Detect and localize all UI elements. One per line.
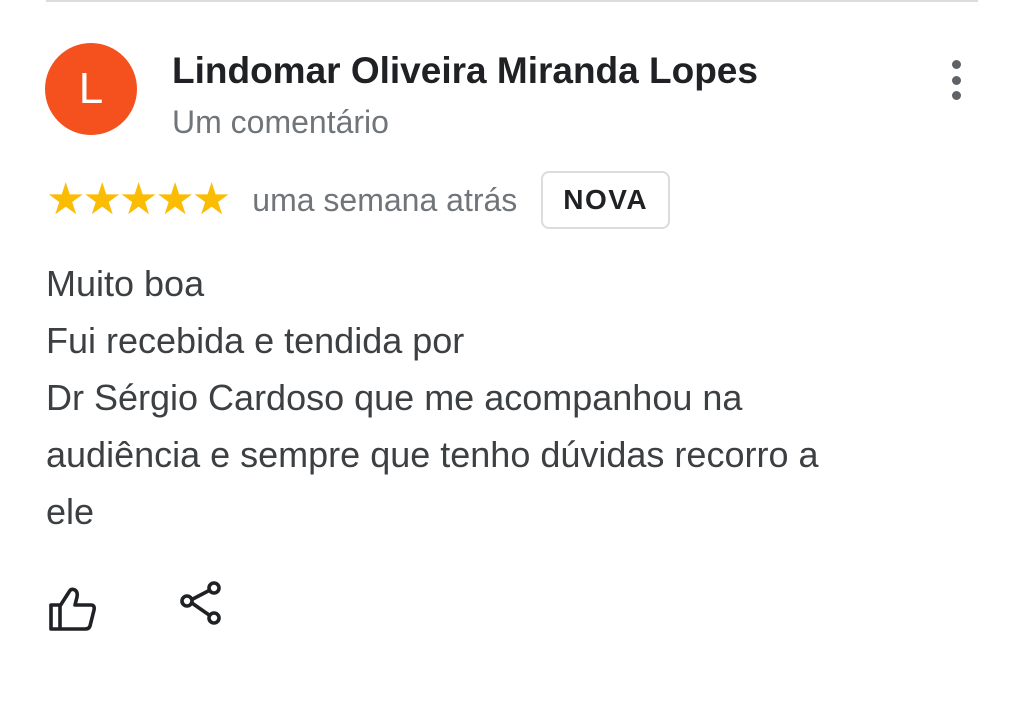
more-vert-icon — [951, 60, 961, 69]
top-divider — [46, 0, 978, 2]
review-text: Muito boa Fui recebida e tendida por Dr … — [46, 255, 966, 540]
review-text-line: Fui recebida e tendida por — [46, 320, 465, 361]
star-icon: ★ — [46, 175, 85, 224]
star-icon: ★ — [118, 175, 158, 224]
star-icon: ★ — [191, 175, 231, 224]
review-text-line: Muito boa — [46, 263, 205, 304]
review-text-line: ele — [46, 491, 95, 532]
review-time: uma semana atrás — [252, 181, 518, 218]
rating-row: ★ ★ ★ ★ ★ uma semana atrás NOVA — [46, 170, 671, 230]
star-icon: ★ — [82, 175, 121, 224]
star-rating: ★ ★ ★ ★ ★ — [46, 175, 231, 224]
review-text-line: audiência e sempre que tenho dúvidas rec… — [46, 434, 819, 475]
more-vert-icon-dot — [951, 75, 961, 85]
share-button[interactable] — [178, 580, 228, 630]
star-icon: ★ — [155, 175, 194, 224]
avatar-letter: L — [78, 64, 104, 113]
review-text-line: Dr Sérgio Cardoso que me acompanhou na — [46, 377, 743, 418]
more-vert-icon-dot — [951, 91, 961, 100]
new-badge: NOVA — [541, 171, 671, 229]
more-options-button[interactable] — [936, 58, 976, 102]
author-review-count[interactable]: Um comentário — [172, 104, 389, 141]
share-icon — [180, 581, 221, 625]
thumbs-up-icon — [49, 587, 96, 631]
avatar[interactable]: L — [45, 43, 137, 135]
author-name[interactable]: Lindomar Oliveira Miranda Lopes — [172, 50, 758, 92]
like-button[interactable] — [46, 584, 100, 634]
